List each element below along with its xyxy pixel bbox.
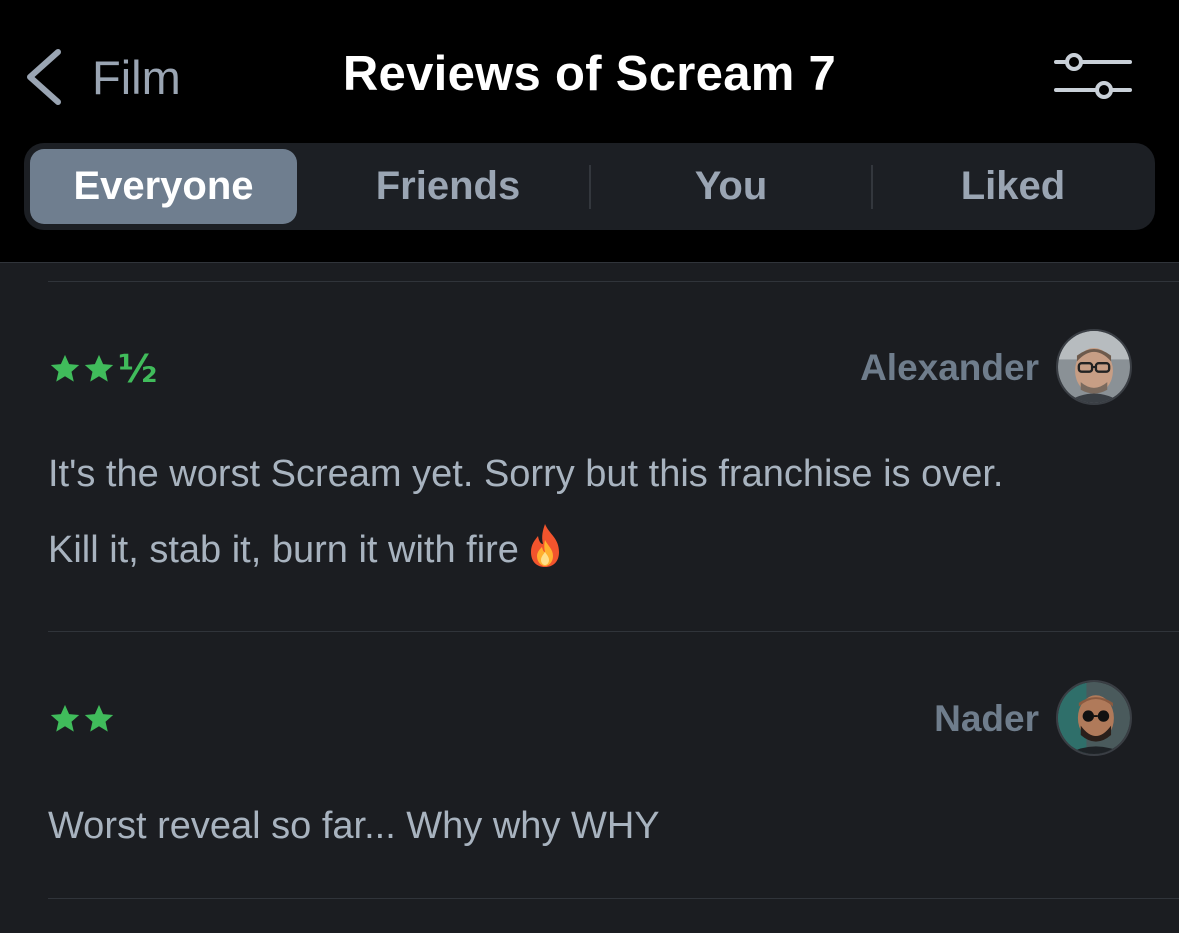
avatar[interactable] bbox=[1056, 680, 1132, 756]
star-icon bbox=[84, 354, 114, 382]
divider bbox=[48, 631, 1179, 632]
tab-you[interactable]: You bbox=[591, 149, 871, 224]
tab-everyone[interactable]: Everyone bbox=[30, 149, 297, 224]
tab-liked[interactable]: Liked bbox=[873, 149, 1153, 224]
review-line: Kill it, stab it, burn it with fire bbox=[48, 512, 1158, 588]
review-line: It's the worst Scream yet. Sorry but thi… bbox=[48, 453, 1004, 495]
divider bbox=[0, 262, 1179, 263]
filter-button[interactable] bbox=[1052, 50, 1134, 104]
navigation-bar: Film Reviews of Scream 7 Everyone Friend… bbox=[0, 0, 1179, 262]
divider bbox=[48, 898, 1179, 899]
sliders-icon bbox=[1054, 53, 1132, 99]
tab-control: Everyone Friends You Liked bbox=[24, 143, 1155, 230]
review-line: Worst reveal so far... Why why WHY bbox=[48, 805, 660, 847]
half-star: ½ bbox=[118, 347, 158, 391]
review-text[interactable]: It's the worst Scream yet. Sorry but thi… bbox=[48, 436, 1158, 588]
reviewer-name[interactable]: Alexander bbox=[860, 347, 1039, 389]
tab-friends[interactable]: Friends bbox=[307, 149, 589, 224]
reviewer-name[interactable]: Nader bbox=[934, 698, 1039, 740]
star-icon bbox=[50, 354, 80, 382]
review-text[interactable]: Worst reveal so far... Why why WHY bbox=[48, 788, 1158, 864]
fire-icon bbox=[530, 524, 559, 567]
page-title: Reviews of Scream 7 bbox=[342, 47, 837, 101]
divider bbox=[48, 281, 1179, 282]
star-rating bbox=[48, 702, 116, 736]
star-rating: ½ bbox=[48, 350, 157, 388]
star-icon bbox=[84, 704, 114, 732]
star-icon bbox=[50, 704, 80, 732]
avatar[interactable] bbox=[1056, 329, 1132, 405]
